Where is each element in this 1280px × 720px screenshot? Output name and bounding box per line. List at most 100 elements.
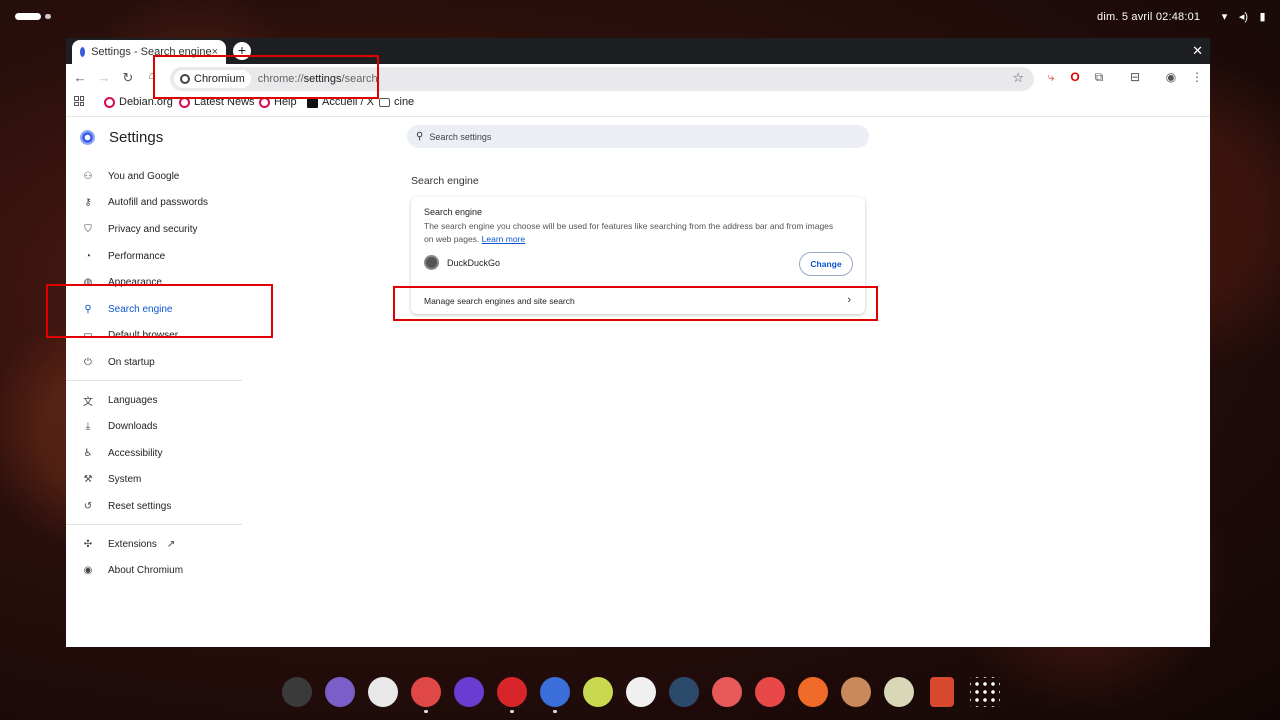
sidebar-item-languages[interactable]: 文 Languages [66, 387, 256, 414]
running-indicator [424, 710, 428, 713]
sidebar-item-you-and-google[interactable]: ⚇ You and Google [66, 163, 256, 190]
back-arrow-icon[interactable]: ← [72, 70, 88, 85]
app-icon[interactable] [669, 677, 699, 707]
notes-icon[interactable] [583, 677, 613, 707]
sidebar-item-extensions[interactable]: ✣ Extensions ↗ [66, 531, 256, 558]
files-icon[interactable] [325, 677, 355, 707]
browser-window: Settings - Search engine × + ✕ ← → ↻ ⌂ C… [66, 38, 1210, 647]
sidebar-item-label: Performance [108, 250, 166, 262]
sidebar-divider [66, 523, 242, 525]
search-settings-input[interactable]: ⚲ Search settings [407, 125, 869, 148]
highlight-address-bar [153, 55, 379, 99]
sidebar-item-accessibility[interactable]: ♿ Accessibility [66, 440, 256, 467]
brush-icon[interactable] [798, 677, 828, 707]
menu-icon[interactable]: ⋮ [1190, 70, 1204, 84]
bookmark-label: cine [394, 96, 415, 108]
shield-icon: ⛉ [84, 223, 92, 235]
extension-icon[interactable]: ⤷ [1044, 70, 1058, 85]
chromium-logo-icon [80, 130, 95, 145]
settings-header: Settings [80, 129, 163, 146]
trash-icon[interactable] [930, 677, 954, 707]
window-close-button[interactable]: ✕ [1192, 43, 1203, 59]
engine-name: DuckDuckGo [447, 257, 501, 268]
key-icon: ⚷ [84, 197, 92, 209]
dock [282, 677, 1000, 713]
external-link-icon: ↗ [166, 538, 176, 550]
speedometer-icon: ◔ [84, 250, 92, 262]
system-tray[interactable]: ▾ ◂) ▮ [1219, 10, 1268, 23]
globe-icon [424, 255, 439, 270]
wifi-icon: ▾ [1221, 11, 1228, 23]
sidebar-item-label: Extensions [108, 538, 157, 550]
bookmark-folder-cine[interactable]: cine [379, 96, 414, 108]
sidebar-item-label: You and Google [108, 170, 180, 182]
sidebar-item-label: On startup [108, 356, 155, 368]
search-placeholder: Search settings [429, 131, 492, 142]
accessibility-icon: ♿ [83, 447, 93, 459]
terminal-icon[interactable] [282, 677, 312, 707]
sidebar-item-reset-settings[interactable]: ↺ Reset settings [66, 493, 256, 520]
translate-icon: 文 [83, 396, 93, 408]
mail-icon[interactable] [411, 677, 441, 713]
vlc-icon[interactable] [626, 677, 656, 707]
running-indicator [553, 710, 557, 713]
clock[interactable]: dim. 5 avril 02:48:01 [1097, 11, 1200, 23]
tab-search-icon[interactable]: ⊟ [1128, 70, 1142, 84]
settings-page: Settings ⚇ You and Google ⚷ Autofill and p… [66, 116, 1210, 647]
sidebar-item-label: About Chromium [108, 565, 184, 577]
media-player-icon[interactable] [368, 677, 398, 707]
sidebar-item-label: Downloads [108, 421, 158, 433]
card-description: The search engine you choose will be use… [424, 220, 844, 246]
sidebar-item-on-startup[interactable]: ⏻ On startup [66, 349, 256, 376]
sidebar-item-downloads[interactable]: ⤓ Downloads [66, 413, 256, 440]
page-title: Settings [109, 129, 164, 146]
puzzle-icon: ✣ [83, 538, 93, 550]
learn-more-link[interactable]: Learn more [482, 234, 525, 244]
forward-arrow-icon[interactable]: → [96, 70, 112, 85]
sidebar-item-performance[interactable]: ◔ Performance [66, 243, 256, 270]
sidebar-item-label: Privacy and security [108, 223, 198, 235]
sidebar-item-autofill[interactable]: ⚷ Autofill and passwords [66, 190, 256, 217]
settings-gear-icon [80, 47, 86, 57]
current-engine: DuckDuckGo [424, 255, 500, 270]
sidebar-item-system[interactable]: ⚒ System [66, 467, 256, 494]
sidebar-item-label: Autofill and passwords [108, 197, 209, 209]
download-icon: ⤓ [85, 421, 91, 433]
search-icon: ⚲ [416, 131, 424, 142]
apps-grid-icon[interactable] [74, 96, 84, 106]
card-title: Search engine [424, 207, 483, 217]
settings-sidebar: ⚇ You and Google ⚷ Autofill and passwords … [66, 163, 256, 584]
inkscape-icon[interactable] [884, 677, 914, 707]
profile-icon[interactable]: ◉ [1164, 70, 1178, 84]
highlight-manage-search-engines [393, 286, 878, 321]
reset-icon: ↺ [83, 500, 93, 512]
section-title: Search engine [411, 175, 479, 187]
running-indicator [510, 710, 514, 713]
pdf-tool-icon[interactable] [755, 677, 785, 707]
person-icon: ⚇ [83, 170, 93, 182]
battery-icon: ▮ [1259, 11, 1266, 23]
opera-icon[interactable] [497, 677, 527, 713]
pdf-icon[interactable] [712, 677, 742, 707]
bookmark-star-icon[interactable]: ☆ [1012, 70, 1024, 86]
reload-icon[interactable]: ↻ [120, 70, 136, 86]
chromium-icon: ◉ [83, 565, 93, 577]
app-grid-icon[interactable] [970, 677, 1000, 707]
firefox-icon[interactable] [454, 677, 484, 707]
system-top-bar: dim. 5 avril 02:48:01 ▾ ◂) ▮ [0, 0, 1280, 34]
sidebar-item-about-chromium[interactable]: ◉ About Chromium [66, 557, 256, 584]
opera-extension-icon[interactable]: O [1068, 70, 1082, 84]
sidebar-item-label: Reset settings [108, 500, 172, 512]
debian-icon [104, 96, 115, 108]
extensions-puzzle-icon[interactable]: ⧉ [1092, 70, 1106, 85]
sidebar-item-label: Languages [108, 394, 158, 406]
wrench-icon: ⚒ [83, 474, 93, 486]
sidebar-item-label: Accessibility [108, 447, 163, 459]
sidebar-item-label: System [108, 474, 142, 486]
volume-icon: ◂) [1238, 11, 1249, 23]
sidebar-item-privacy[interactable]: ⛉ Privacy and security [66, 216, 256, 243]
change-button[interactable]: Change [799, 252, 853, 276]
activities-button[interactable] [15, 13, 51, 20]
chromium-icon[interactable] [540, 677, 570, 713]
gimp-icon[interactable] [841, 677, 871, 707]
